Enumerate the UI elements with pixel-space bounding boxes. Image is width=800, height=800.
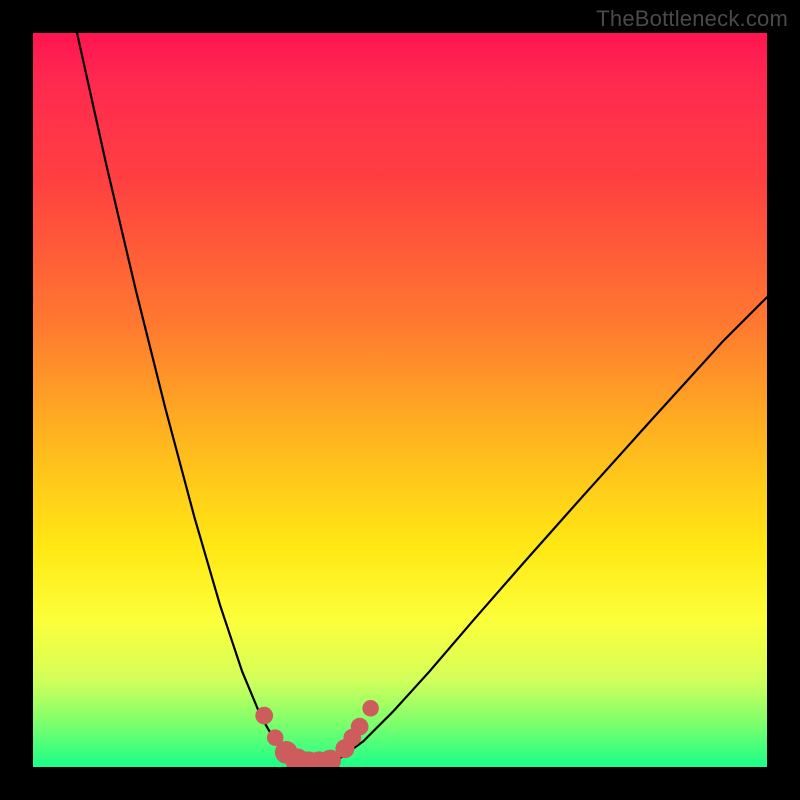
curve-right-curve	[327, 297, 767, 763]
curve-group	[77, 33, 767, 765]
watermark-label: TheBottleneck.com	[596, 6, 788, 32]
chart-svg	[33, 33, 767, 767]
marker-group	[255, 700, 379, 767]
data-marker	[351, 718, 369, 736]
plot-area	[33, 33, 767, 767]
chart-frame: TheBottleneck.com	[0, 0, 800, 800]
data-marker	[255, 707, 273, 725]
data-marker	[362, 700, 378, 716]
curve-left-curve	[77, 33, 297, 763]
